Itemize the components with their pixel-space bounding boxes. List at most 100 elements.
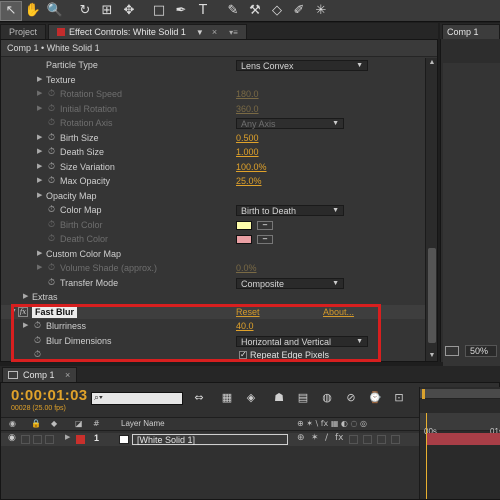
stopwatch-icon[interactable]: ⏱ <box>48 102 55 117</box>
layer-name[interactable]: [White Solid 1] <box>132 434 288 445</box>
close-icon[interactable]: × <box>212 25 217 40</box>
stopwatch-icon[interactable]: ⏱ <box>48 160 55 175</box>
disclosure-triangle-icon[interactable]: ▶ <box>37 261 42 276</box>
panel-lock-icon[interactable] <box>57 28 66 36</box>
hand-tool-icon[interactable]: ✋ <box>22 1 44 21</box>
tab-project[interactable]: Project <box>0 24 47 39</box>
disclosure-triangle-icon[interactable]: ▶ <box>37 145 42 160</box>
blur-dimensions-dropdown[interactable]: Horizontal and Vertical ▼ <box>236 335 368 347</box>
stopwatch-icon[interactable]: ⏱ <box>48 145 55 160</box>
color-map-dropdown[interactable]: Birth to Death ▼ <box>236 205 344 216</box>
layer-duration-bar[interactable] <box>426 433 500 445</box>
reset-link[interactable]: Reset <box>236 305 260 320</box>
adjustment-switch[interactable] <box>377 435 386 444</box>
group-texture[interactable]: ▶ Texture <box>1 73 425 88</box>
fx-toggle-icon[interactable]: fx <box>18 306 28 317</box>
close-icon[interactable]: × <box>65 370 70 380</box>
disclosure-triangle-icon[interactable]: ▶ <box>23 319 28 334</box>
death-color-swatch[interactable] <box>236 235 252 244</box>
max-opacity-value[interactable]: 25.0% <box>236 174 262 189</box>
effect-name-label[interactable]: Fast Blur <box>32 305 78 318</box>
monitor-icon[interactable] <box>445 346 459 356</box>
work-area-start-handle[interactable] <box>422 389 425 399</box>
disclosure-triangle-icon[interactable]: ▶ <box>37 102 42 117</box>
effects-switch-icon[interactable]: fx <box>335 433 344 443</box>
clone-stamp-tool-icon[interactable]: ⚒ <box>244 1 266 21</box>
brainstorm-icon[interactable]: ⌚ <box>367 391 383 405</box>
time-ruler[interactable]: 00s 01s <box>420 413 500 436</box>
frame-blend-switch[interactable] <box>349 435 358 444</box>
stopwatch-icon[interactable]: ⏱ <box>48 116 55 131</box>
current-time-display[interactable]: 0:00:01:03 <box>11 387 87 404</box>
death-size-value[interactable]: 1.000 <box>236 145 259 160</box>
layer-label-color[interactable] <box>76 435 85 444</box>
stopwatch-icon[interactable]: ⏱ <box>48 261 55 276</box>
scrollbar-thumb[interactable] <box>428 248 436 343</box>
disclosure-triangle-icon[interactable]: ▶ <box>23 290 28 305</box>
render-icon[interactable]: ⊡ <box>391 391 407 405</box>
timeline-graph-area[interactable]: 00s 01s <box>419 387 500 499</box>
type-tool-icon[interactable]: T <box>192 1 214 21</box>
quality-switch-icon[interactable]: / <box>325 433 328 443</box>
chevron-down-icon[interactable]: ▼ <box>196 25 204 40</box>
repeat-edge-pixels-checkbox[interactable]: ✓ <box>239 351 247 359</box>
selection-tool-icon[interactable]: ↖ <box>0 0 22 21</box>
scroll-up-icon[interactable]: ▲ <box>427 58 437 68</box>
tab-timeline-comp[interactable]: Comp 1 × <box>2 367 78 382</box>
mask-tool-icon[interactable]: □ <box>148 1 170 21</box>
effect-fast-blur[interactable]: ▼ fx Fast Blur Reset About... <box>1 304 425 320</box>
shy-switch-icon[interactable]: ⊕ <box>297 433 305 443</box>
audio-toggle[interactable] <box>21 435 30 444</box>
stopwatch-icon[interactable]: ⏱ <box>48 276 55 291</box>
disclosure-triangle-icon[interactable]: ▶ <box>37 247 42 262</box>
lock-toggle[interactable] <box>45 435 54 444</box>
disclosure-triangle-icon[interactable]: ▶ <box>37 174 42 189</box>
collapse-switch-icon[interactable]: ✶ <box>311 433 319 443</box>
stopwatch-icon[interactable]: ⏱ <box>34 334 41 349</box>
layer-row[interactable]: ◉ ▶ 1 [White Solid 1] ⊕ ✶ / fx <box>1 433 419 446</box>
shy-layers-icon[interactable]: ☗ <box>271 391 287 405</box>
stopwatch-icon[interactable]: ⏱ <box>48 218 55 233</box>
motion-blur-icon[interactable]: ◍ <box>319 391 335 405</box>
disclosure-triangle-icon[interactable]: ▼ <box>10 305 17 320</box>
initial-rotation-value[interactable]: 360.0 <box>236 102 259 117</box>
puppet-tool-icon[interactable]: ✳ <box>310 1 332 21</box>
stopwatch-icon[interactable]: ⏱ <box>34 319 41 334</box>
pan-behind-tool-icon[interactable]: ✥ <box>118 1 140 21</box>
group-extras[interactable]: ▶ Extras <box>1 290 425 305</box>
live-update-icon[interactable]: ▦ <box>219 391 235 405</box>
camera-tool-icon[interactable]: ⊞ <box>96 1 118 21</box>
layer-search-input[interactable]: ⌕▾ <box>91 392 183 405</box>
motion-blur-switch[interactable] <box>363 435 372 444</box>
group-custom-color-map[interactable]: ▶ Custom Color Map <box>1 247 425 262</box>
stopwatch-icon[interactable]: ⏱ <box>48 174 55 189</box>
layer-name-column[interactable]: Layer Name <box>121 419 165 428</box>
stopwatch-icon[interactable]: ⏱ <box>48 232 55 247</box>
eye-icon[interactable]: ◉ <box>8 433 16 443</box>
viewer-canvas[interactable] <box>443 63 500 379</box>
stopwatch-icon[interactable]: ⏱ <box>48 87 55 102</box>
disclosure-triangle-icon[interactable]: ▶ <box>37 160 42 175</box>
size-variation-value[interactable]: 100.0% <box>236 160 267 175</box>
volume-shade-value[interactable]: 0.0% <box>236 261 257 276</box>
roto-brush-tool-icon[interactable]: ✐ <box>288 1 310 21</box>
current-time-indicator[interactable] <box>426 413 427 499</box>
disclosure-triangle-icon[interactable]: ▶ <box>37 131 42 146</box>
magnification-dropdown[interactable]: 50% <box>465 345 497 357</box>
panel-menu-icon[interactable]: ▾≡ <box>229 25 238 40</box>
tab-effect-controls[interactable]: Effect Controls: White Solid 1 ▼ × ▾≡ <box>48 24 247 39</box>
disclosure-triangle-icon[interactable]: ▶ <box>37 73 42 88</box>
blurriness-value[interactable]: 40.0 <box>236 319 254 334</box>
scroll-down-icon[interactable]: ▼ <box>427 351 437 361</box>
rotation-tool-icon[interactable]: ↻ <box>74 1 96 21</box>
brush-tool-icon[interactable]: ✎ <box>222 1 244 21</box>
zoom-tool-icon[interactable]: 🔍 <box>44 1 66 21</box>
disclosure-triangle-icon[interactable]: ▶ <box>65 433 70 441</box>
birth-size-value[interactable]: 0.500 <box>236 131 259 146</box>
stopwatch-icon[interactable]: ⏱ <box>48 203 55 218</box>
group-opacity-map[interactable]: ▶ Opacity Map <box>1 189 425 204</box>
effect-controls-scrollbar[interactable]: ▲ ▼ <box>425 58 437 361</box>
3d-layer-switch[interactable] <box>391 435 400 444</box>
eyedropper-icon[interactable]: ━ <box>257 235 273 244</box>
rotation-axis-dropdown[interactable]: Any Axis ▼ <box>236 118 344 129</box>
